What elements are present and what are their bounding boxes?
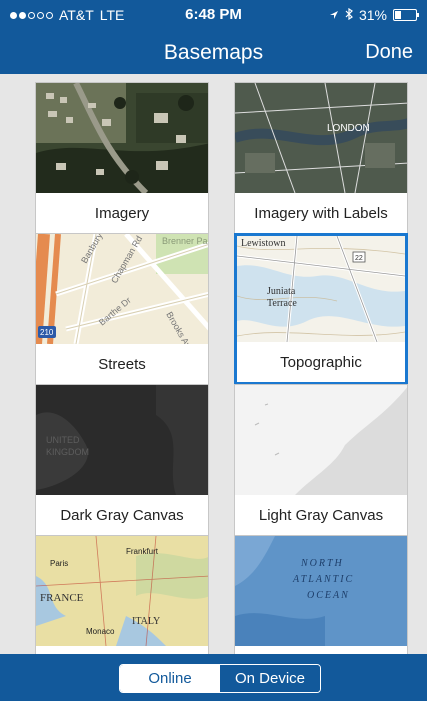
status-right: 31% (329, 7, 419, 23)
light-gray-canvas-thumbnail (235, 385, 407, 495)
basemap-tile-topographic[interactable]: Lewistown Juniata Terrace 22 Topographic (234, 233, 408, 385)
country-label: FRANCE (40, 592, 84, 604)
ocean-label: NORTH (300, 558, 344, 569)
basemap-label: Dark Gray Canvas (36, 495, 208, 535)
park-label: Brenner Park (162, 236, 208, 246)
national-geographic-thumbnail: Frankfurt Paris FRANCE Monaco ITALY (36, 536, 208, 646)
country-label: ITALY (132, 616, 160, 627)
basemap-label: Topographic (237, 342, 405, 382)
ocean-label: ATLANTIC (292, 574, 354, 585)
town-label: Terrace (267, 298, 297, 309)
battery-icon (393, 9, 419, 21)
segment-on-device[interactable]: On Device (220, 665, 320, 692)
city-label: Monaco (86, 627, 115, 636)
basemap-tile-oceans[interactable]: NORTH ATLANTIC OCEAN (234, 535, 408, 654)
oceans-thumbnail: NORTH ATLANTIC OCEAN (235, 536, 407, 646)
basemap-label: Imagery (36, 193, 208, 233)
streets-thumbnail: Banbury Rd Chapman Rd Brenner Park Barth… (36, 234, 208, 344)
city-label: Paris (50, 559, 68, 568)
online-offline-toggle: Online On Device (119, 664, 321, 693)
basemap-grid: Imagery LONDON Imagery with Labels Banbu… (0, 74, 427, 654)
ocean-label: OCEAN (307, 590, 350, 601)
segment-bar: Online On Device (0, 654, 427, 701)
basemap-tile-streets[interactable]: Banbury Rd Chapman Rd Brenner Park Barth… (35, 233, 209, 385)
town-label: Lewistown (241, 238, 285, 249)
city-label: Frankfurt (126, 547, 159, 556)
region-label: KINGDOM (46, 447, 89, 457)
basemap-tile-light-gray-canvas[interactable]: Light Gray Canvas (234, 384, 408, 536)
basemap-tile-national-geographic[interactable]: Frankfurt Paris FRANCE Monaco ITALY (35, 535, 209, 654)
region-label: UNITED (46, 435, 80, 445)
battery-percent: 31% (358, 7, 387, 23)
map-label-london: LONDON (327, 123, 370, 134)
basemap-label: Streets (36, 344, 208, 384)
basemap-tile-dark-gray-canvas[interactable]: UNITED KINGDOM Dark Gray Canvas (35, 384, 209, 536)
location-arrow-icon (329, 7, 339, 23)
town-label: Juniata (267, 286, 296, 297)
navigation-bar: Basemaps Done (0, 30, 427, 74)
basemap-label: Imagery with Labels (235, 193, 407, 233)
basemap-tile-imagery[interactable]: Imagery (35, 82, 209, 234)
done-button[interactable]: Done (365, 41, 413, 64)
route-shield: 22 (355, 255, 363, 262)
imagery-with-labels-thumbnail: LONDON (235, 83, 407, 193)
bluetooth-icon (345, 7, 353, 23)
topographic-thumbnail: Lewistown Juniata Terrace 22 (237, 236, 405, 342)
basemap-label: Light Gray Canvas (235, 495, 407, 535)
segment-online[interactable]: Online (120, 665, 220, 692)
highway-shield: 210 (40, 328, 54, 337)
page-title: Basemaps (163, 41, 264, 64)
basemap-tile-imagery-with-labels[interactable]: LONDON Imagery with Labels (234, 82, 408, 234)
dark-gray-canvas-thumbnail: UNITED KINGDOM (36, 385, 208, 495)
imagery-thumbnail (36, 83, 208, 193)
status-bar: AT&T LTE 6:48 PM 31% (0, 0, 427, 30)
